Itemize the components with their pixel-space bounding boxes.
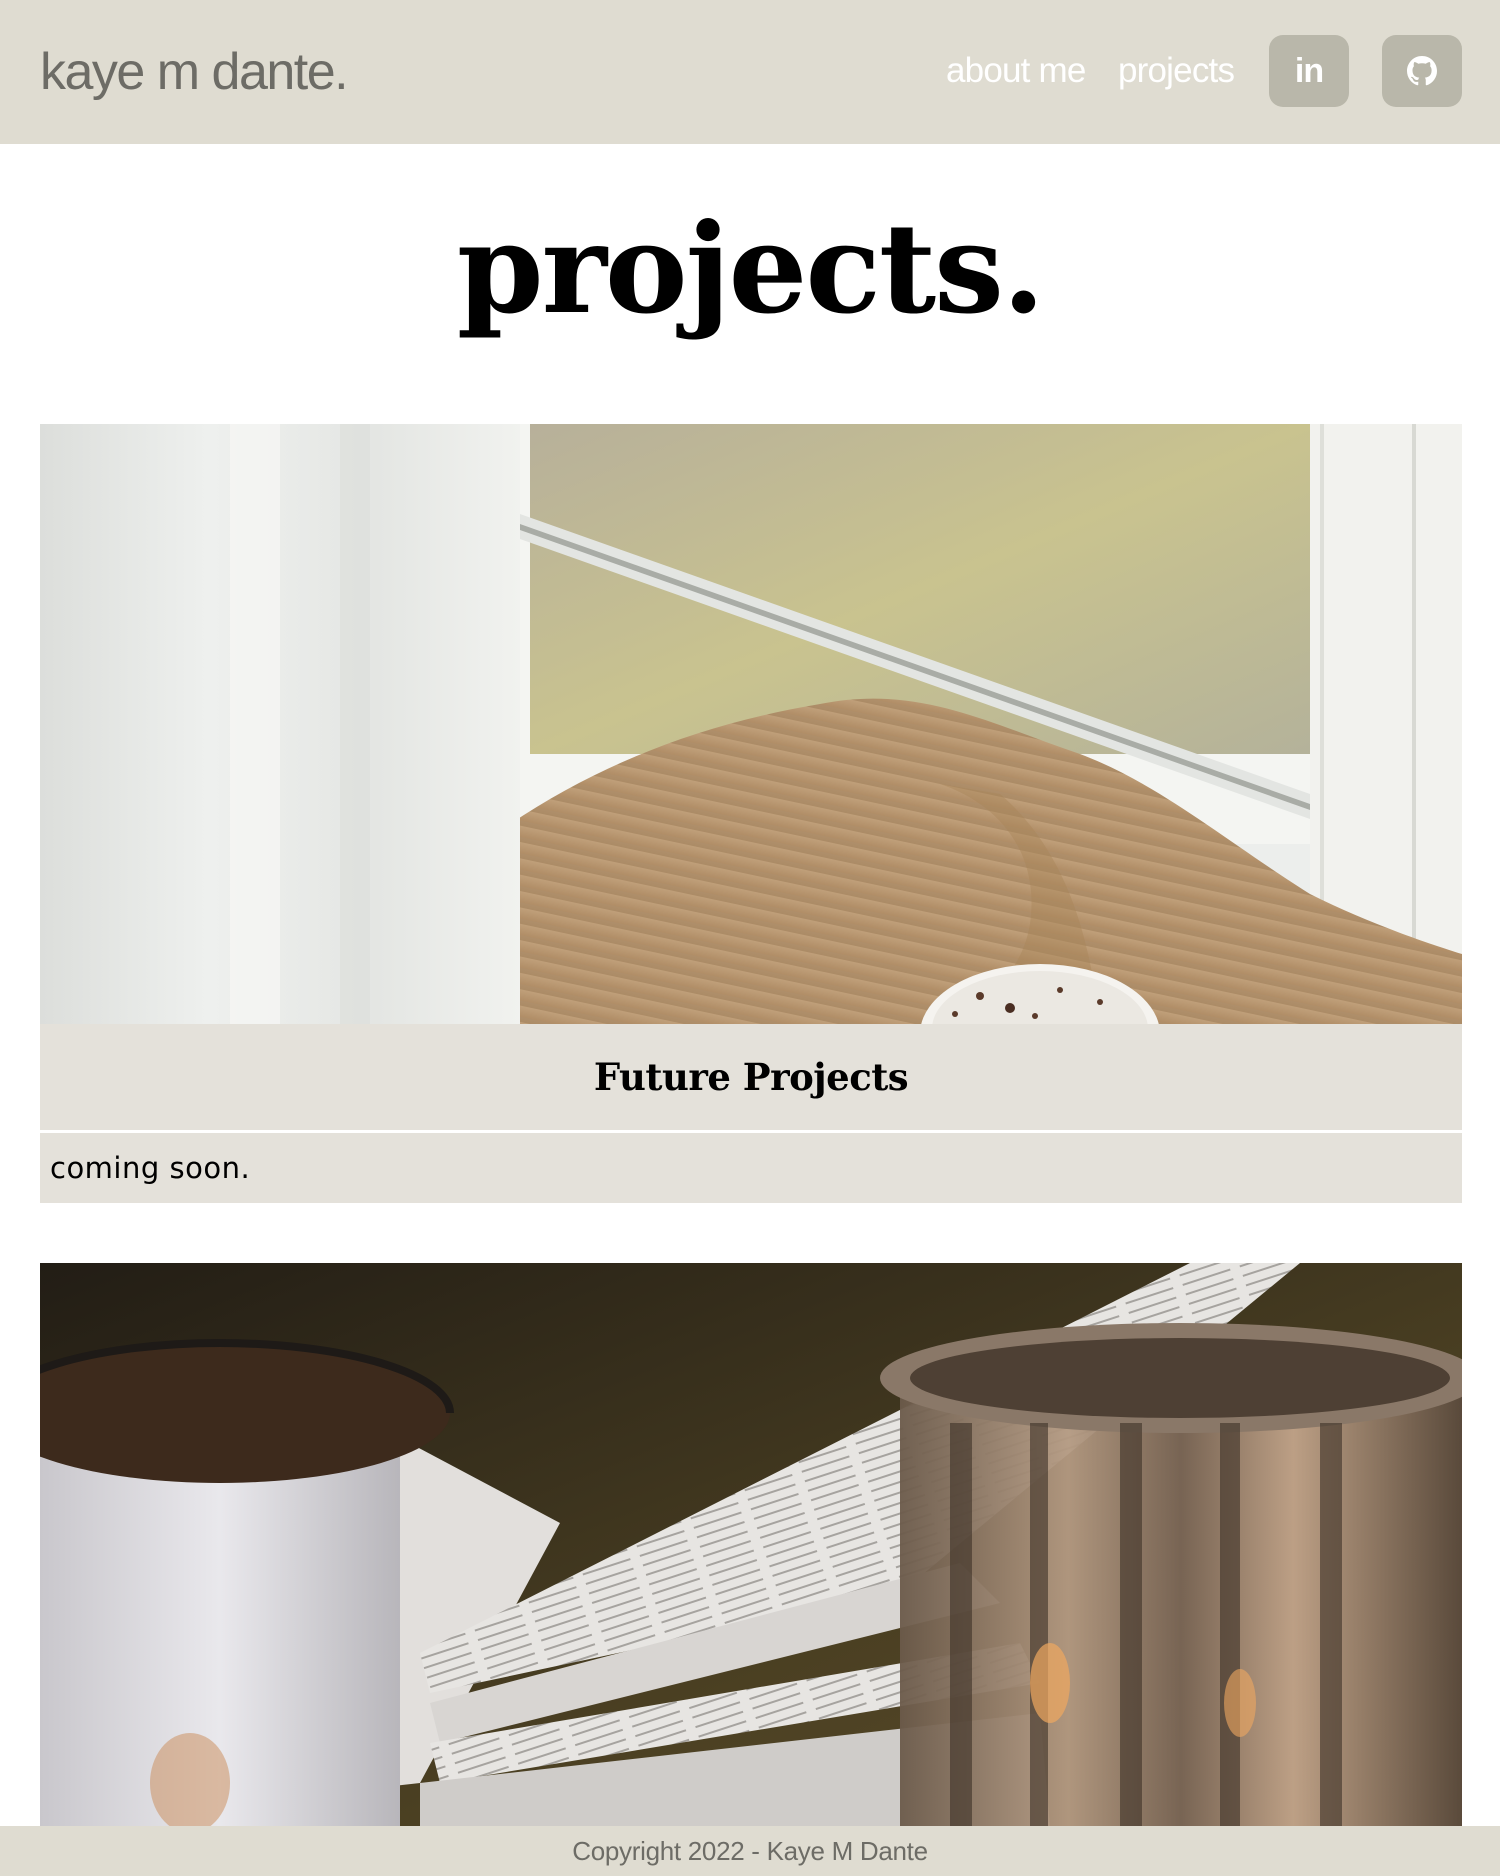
- site-header: kaye m dante. about me projects in: [0, 0, 1500, 144]
- project-card-description: coming soon.: [50, 1151, 251, 1185]
- project-card-header: Future Projects: [40, 1024, 1462, 1130]
- nav-projects-link[interactable]: projects: [1118, 50, 1235, 92]
- project-card-image: [40, 1263, 1462, 1826]
- project-card-body: coming soon.: [40, 1133, 1462, 1203]
- book-mug-candle-photo: [40, 1263, 1462, 1826]
- project-card-title: Future Projects: [593, 1055, 909, 1099]
- github-icon: [1407, 56, 1437, 86]
- site-footer: Copyright 2022 - Kaye M Dante: [0, 1826, 1500, 1876]
- page-title: projects.: [456, 197, 1045, 342]
- project-card-image: [40, 424, 1462, 1024]
- page: kaye m dante. about me projects in proje…: [0, 0, 1500, 1876]
- nav-about-me-link[interactable]: about me: [946, 50, 1086, 92]
- linkedin-icon: in: [1294, 51, 1324, 90]
- copyright-text: Copyright 2022 - Kaye M Dante: [572, 1835, 928, 1866]
- github-button[interactable]: [1382, 35, 1462, 107]
- sweater-window-photo: [40, 424, 1462, 1024]
- site-logo[interactable]: kaye m dante.: [40, 42, 349, 102]
- linkedin-button[interactable]: in: [1269, 35, 1349, 107]
